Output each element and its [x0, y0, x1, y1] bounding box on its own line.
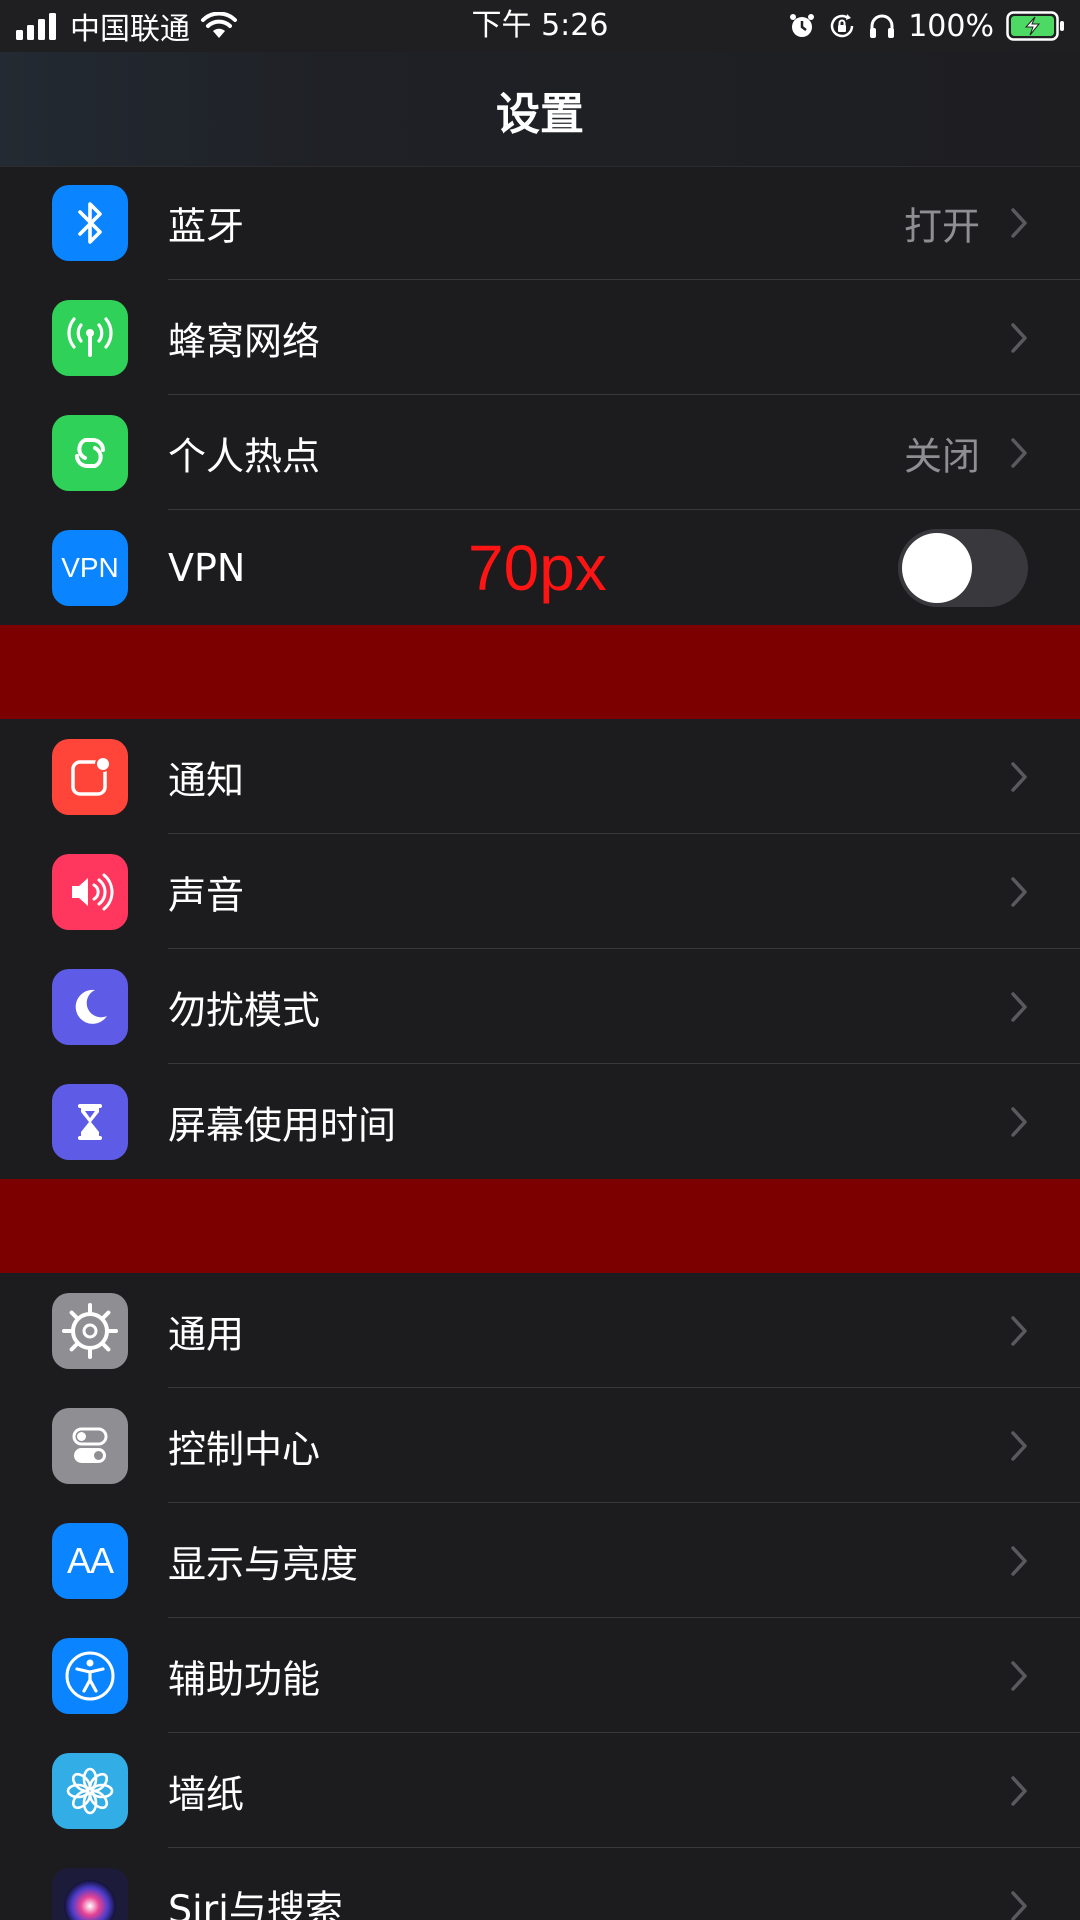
- cellular-icon: [52, 299, 128, 376]
- accessibility-icon: [52, 1637, 128, 1714]
- row-label: 勿扰模式: [168, 988, 321, 1032]
- settings-row-sound[interactable]: 声音: [0, 834, 1080, 949]
- vpn-toggle[interactable]: [898, 528, 1028, 607]
- vpn-icon-text: VPN: [61, 551, 119, 583]
- status-bar: 中国联通 下午 5:26 100%: [0, 0, 1080, 52]
- page-title: 设置: [496, 89, 584, 140]
- bluetooth-icon: [52, 185, 128, 261]
- chevron-right-icon: [1011, 1545, 1027, 1576]
- chevron-right-icon: [1011, 1660, 1027, 1691]
- row-label: 辅助功能: [168, 1657, 321, 1701]
- moon-icon: [52, 968, 128, 1045]
- row-label: 个人热点: [168, 434, 321, 478]
- battery-charging-icon: [1006, 11, 1064, 41]
- row-label: Siri与搜索: [168, 1887, 343, 1920]
- wallpaper-icon: [52, 1752, 128, 1829]
- settings-row-accessibility[interactable]: 辅助功能: [0, 1618, 1080, 1733]
- settings-row-control-center[interactable]: 控制中心: [0, 1388, 1080, 1503]
- display-icon: AA: [52, 1522, 128, 1599]
- sound-icon: [52, 853, 128, 930]
- chevron-right-icon: [1011, 761, 1027, 792]
- control-center-icon: [52, 1407, 128, 1484]
- row-value: 关闭: [903, 434, 980, 478]
- navigation-bar: 设置: [0, 52, 1080, 167]
- toggle-knob: [902, 532, 972, 603]
- row-label: 通用: [168, 1312, 245, 1356]
- settings-row-hotspot[interactable]: 个人热点 关闭: [0, 395, 1080, 510]
- gear-icon: [52, 1292, 128, 1369]
- notifications-icon: [52, 738, 128, 815]
- battery-percent: 100%: [908, 8, 994, 44]
- display-icon-text: AA: [66, 1539, 114, 1581]
- row-label: 蜂窝网络: [168, 319, 321, 363]
- settings-row-vpn: VPN VPN 70px: [0, 510, 1080, 625]
- hotspot-icon: [52, 414, 128, 491]
- row-label: 声音: [168, 873, 245, 917]
- row-label: VPN: [168, 545, 246, 590]
- chevron-right-icon: [1011, 322, 1027, 353]
- row-value: 打开: [903, 204, 980, 249]
- chevron-right-icon: [1011, 1106, 1027, 1137]
- settings-row-general[interactable]: 通用: [0, 1273, 1080, 1388]
- section-spacer-highlight: [0, 1179, 1080, 1273]
- alarm-icon: [790, 14, 815, 37]
- settings-row-notifications[interactable]: 通知: [0, 719, 1080, 834]
- settings-row-screen-time[interactable]: 屏幕使用时间: [0, 1064, 1080, 1179]
- row-label: 控制中心: [168, 1427, 321, 1471]
- section-spacer-highlight: [0, 625, 1080, 719]
- headphones-icon: [870, 14, 895, 38]
- siri-icon: [52, 1867, 128, 1920]
- settings-list: 蓝牙 打开 蜂窝网络 个人热点 关闭 VPN VPN 70px 通知 声音 勿扰…: [0, 166, 1080, 1920]
- row-label: 屏幕使用时间: [168, 1103, 397, 1147]
- settings-row-display-brightness[interactable]: AA 显示与亮度: [0, 1503, 1080, 1618]
- chevron-right-icon: [1011, 1775, 1027, 1806]
- chevron-right-icon: [1011, 876, 1027, 907]
- settings-row-do-not-disturb[interactable]: 勿扰模式: [0, 949, 1080, 1064]
- rotation-lock-icon: [831, 14, 854, 38]
- row-label: 通知: [168, 758, 245, 802]
- row-label: 蓝牙: [168, 204, 245, 249]
- spacing-annotation: 70px: [468, 531, 607, 604]
- chevron-right-icon: [1011, 991, 1027, 1022]
- chevron-right-icon: [1011, 1430, 1027, 1461]
- settings-screen: 中国联通 下午 5:26 100% 设置 蓝牙 打开 蜂窝网络 个人热点 关闭 …: [0, 0, 1080, 1920]
- vpn-icon: VPN: [52, 529, 128, 606]
- row-label: 显示与亮度: [168, 1542, 359, 1586]
- chevron-right-icon: [1011, 1890, 1027, 1920]
- chevron-right-icon: [1011, 1315, 1027, 1346]
- hourglass-icon: [52, 1083, 128, 1160]
- chevron-right-icon: [1011, 437, 1027, 468]
- settings-row-bluetooth[interactable]: 蓝牙 打开: [0, 166, 1080, 280]
- settings-row-cellular[interactable]: 蜂窝网络: [0, 280, 1080, 395]
- settings-row-siri-search[interactable]: Siri与搜索: [0, 1848, 1080, 1920]
- settings-row-wallpaper[interactable]: 墙纸: [0, 1733, 1080, 1848]
- chevron-right-icon: [1011, 208, 1027, 238]
- row-label: 墙纸: [168, 1772, 245, 1816]
